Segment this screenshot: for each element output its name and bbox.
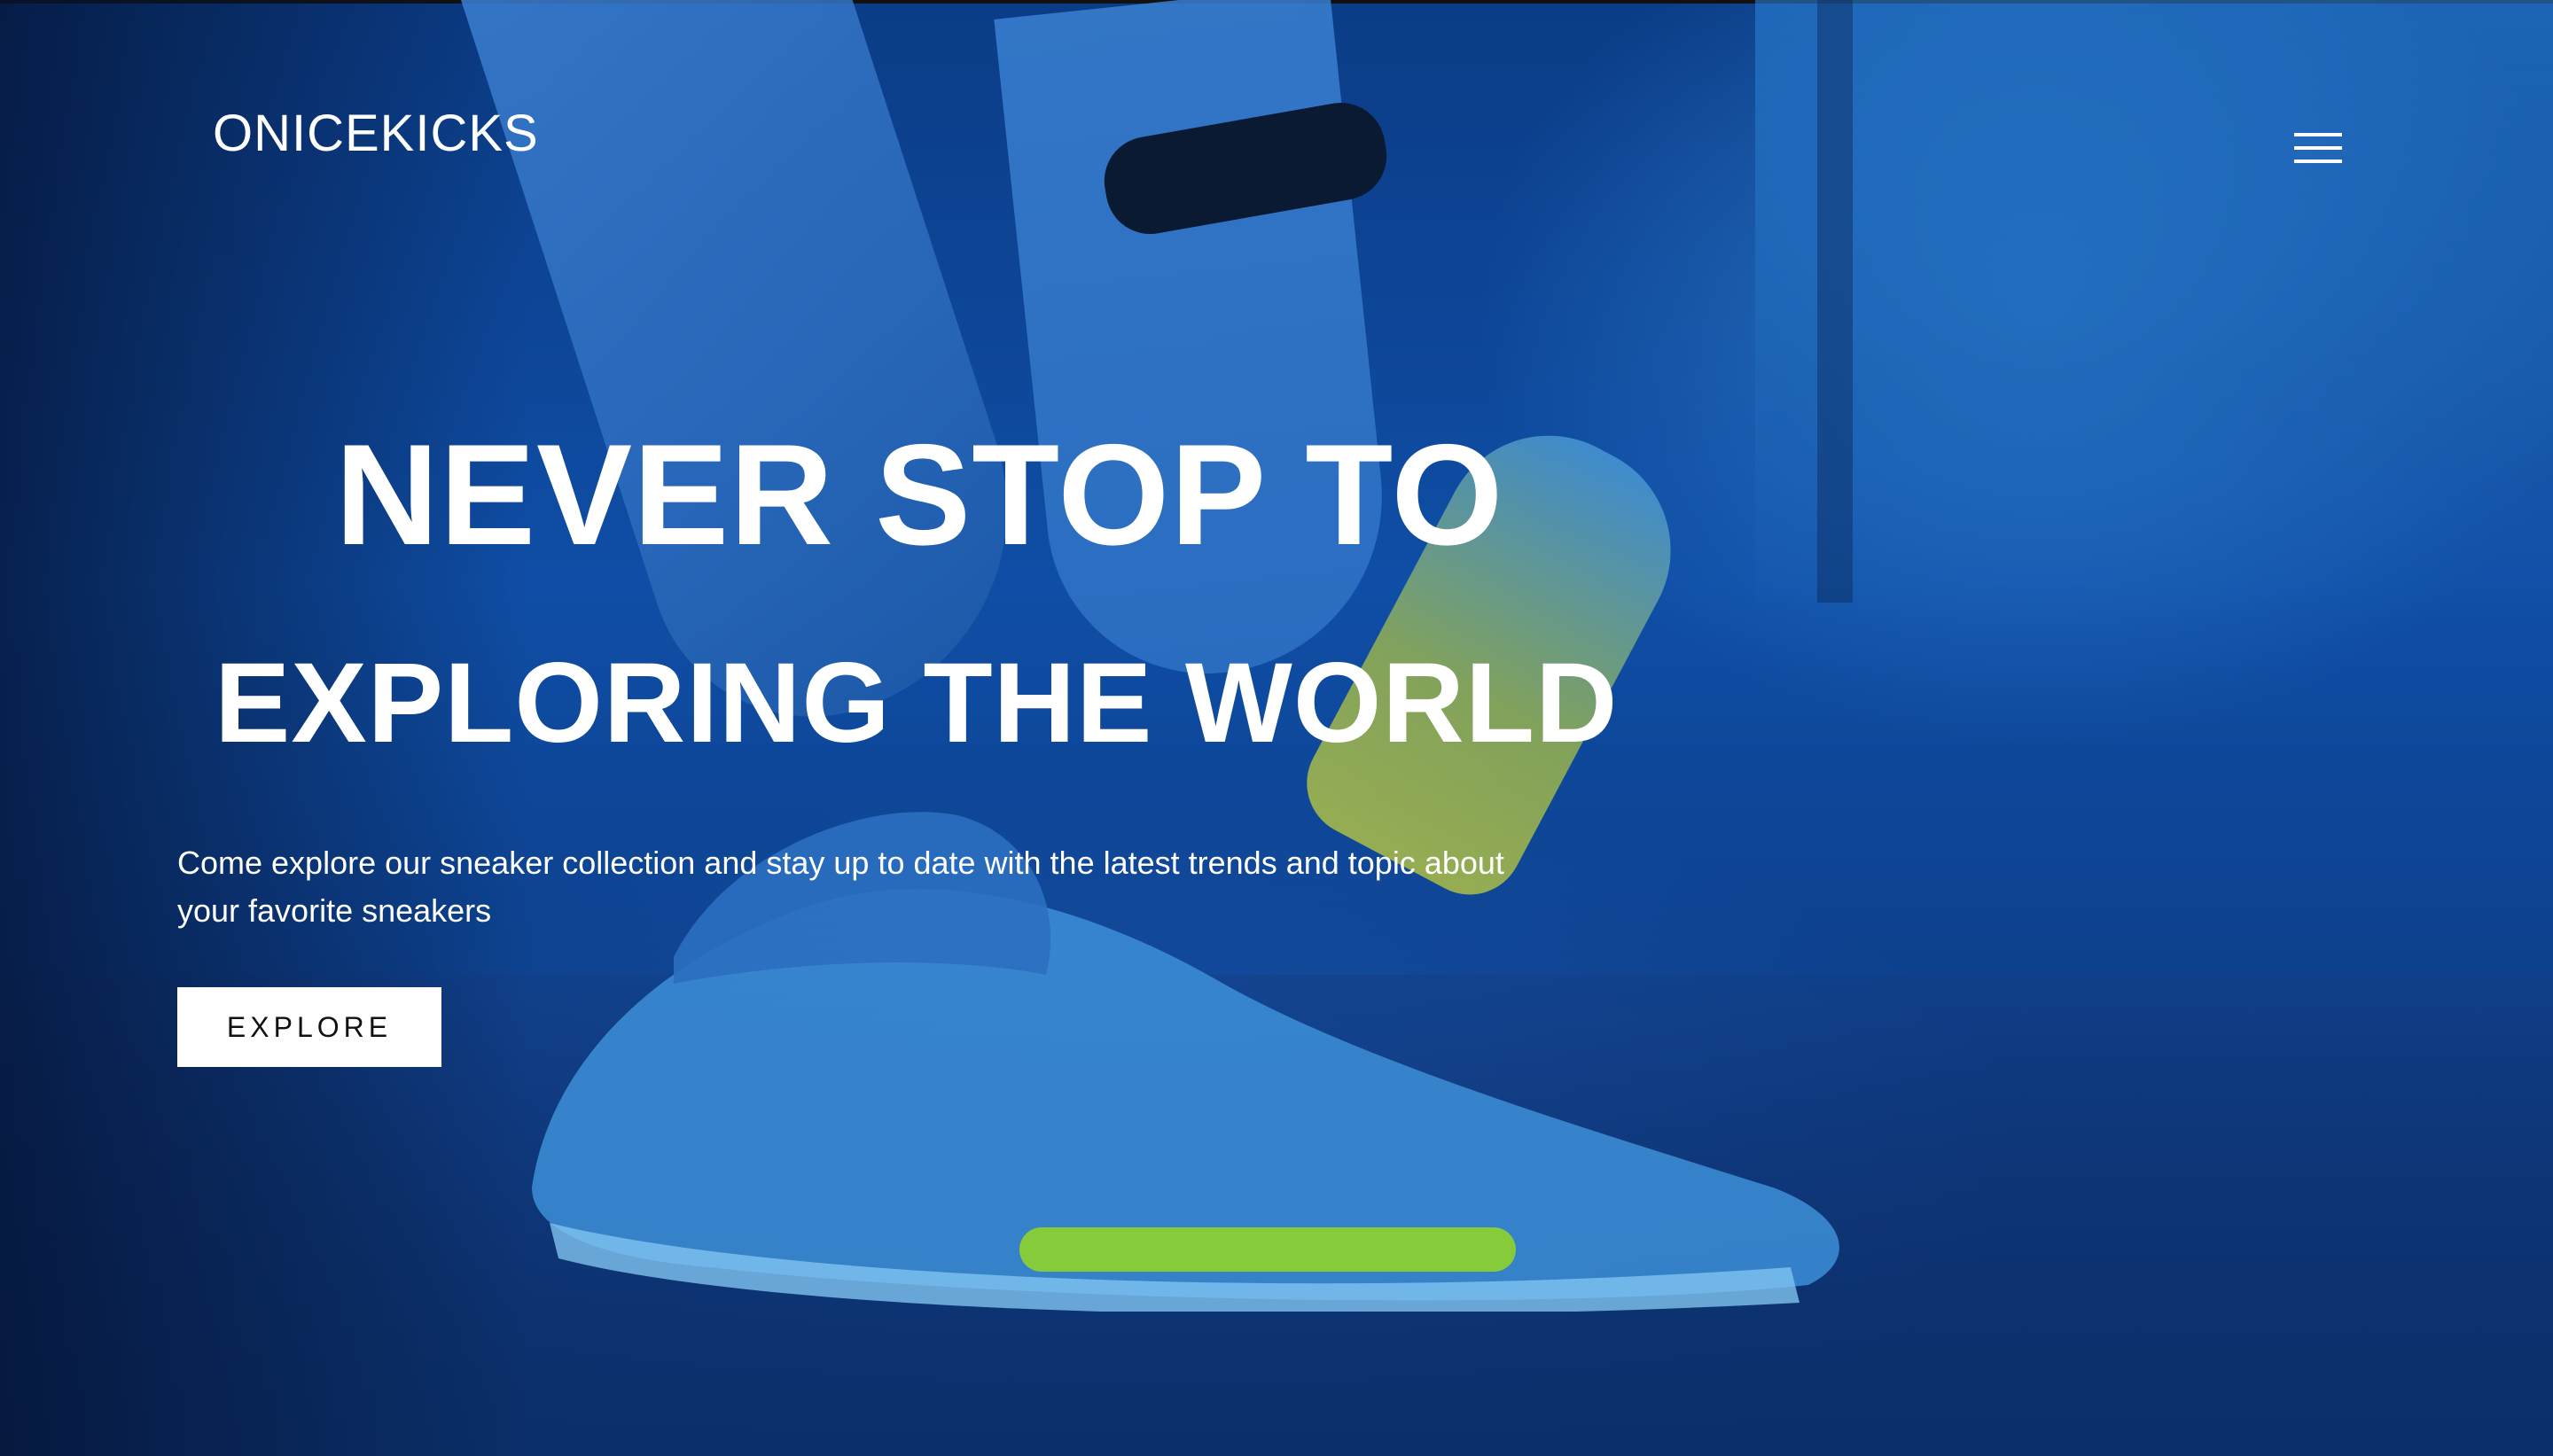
explore-button[interactable]: EXPLORE [177, 987, 441, 1067]
menu-line [2294, 133, 2342, 136]
hamburger-menu-icon[interactable] [2289, 128, 2347, 168]
hero-headline-line2: EXPLORING THE WORLD [215, 640, 1619, 767]
menu-line [2294, 146, 2342, 150]
site-logo[interactable]: ONICEKICKS [213, 108, 539, 160]
menu-line [2294, 160, 2342, 163]
background-wall [1755, 0, 2553, 620]
hero-section: ONICEKICKS NEVER STOP TO EXPLORING THE W… [0, 0, 2553, 1456]
hero-subtitle: Come explore our sneaker collection and … [177, 845, 1504, 929]
sneaker-shape [532, 812, 1839, 1312]
background-panel [1817, 0, 1853, 603]
hero-headline-line1: NEVER STOP TO [335, 415, 1504, 575]
